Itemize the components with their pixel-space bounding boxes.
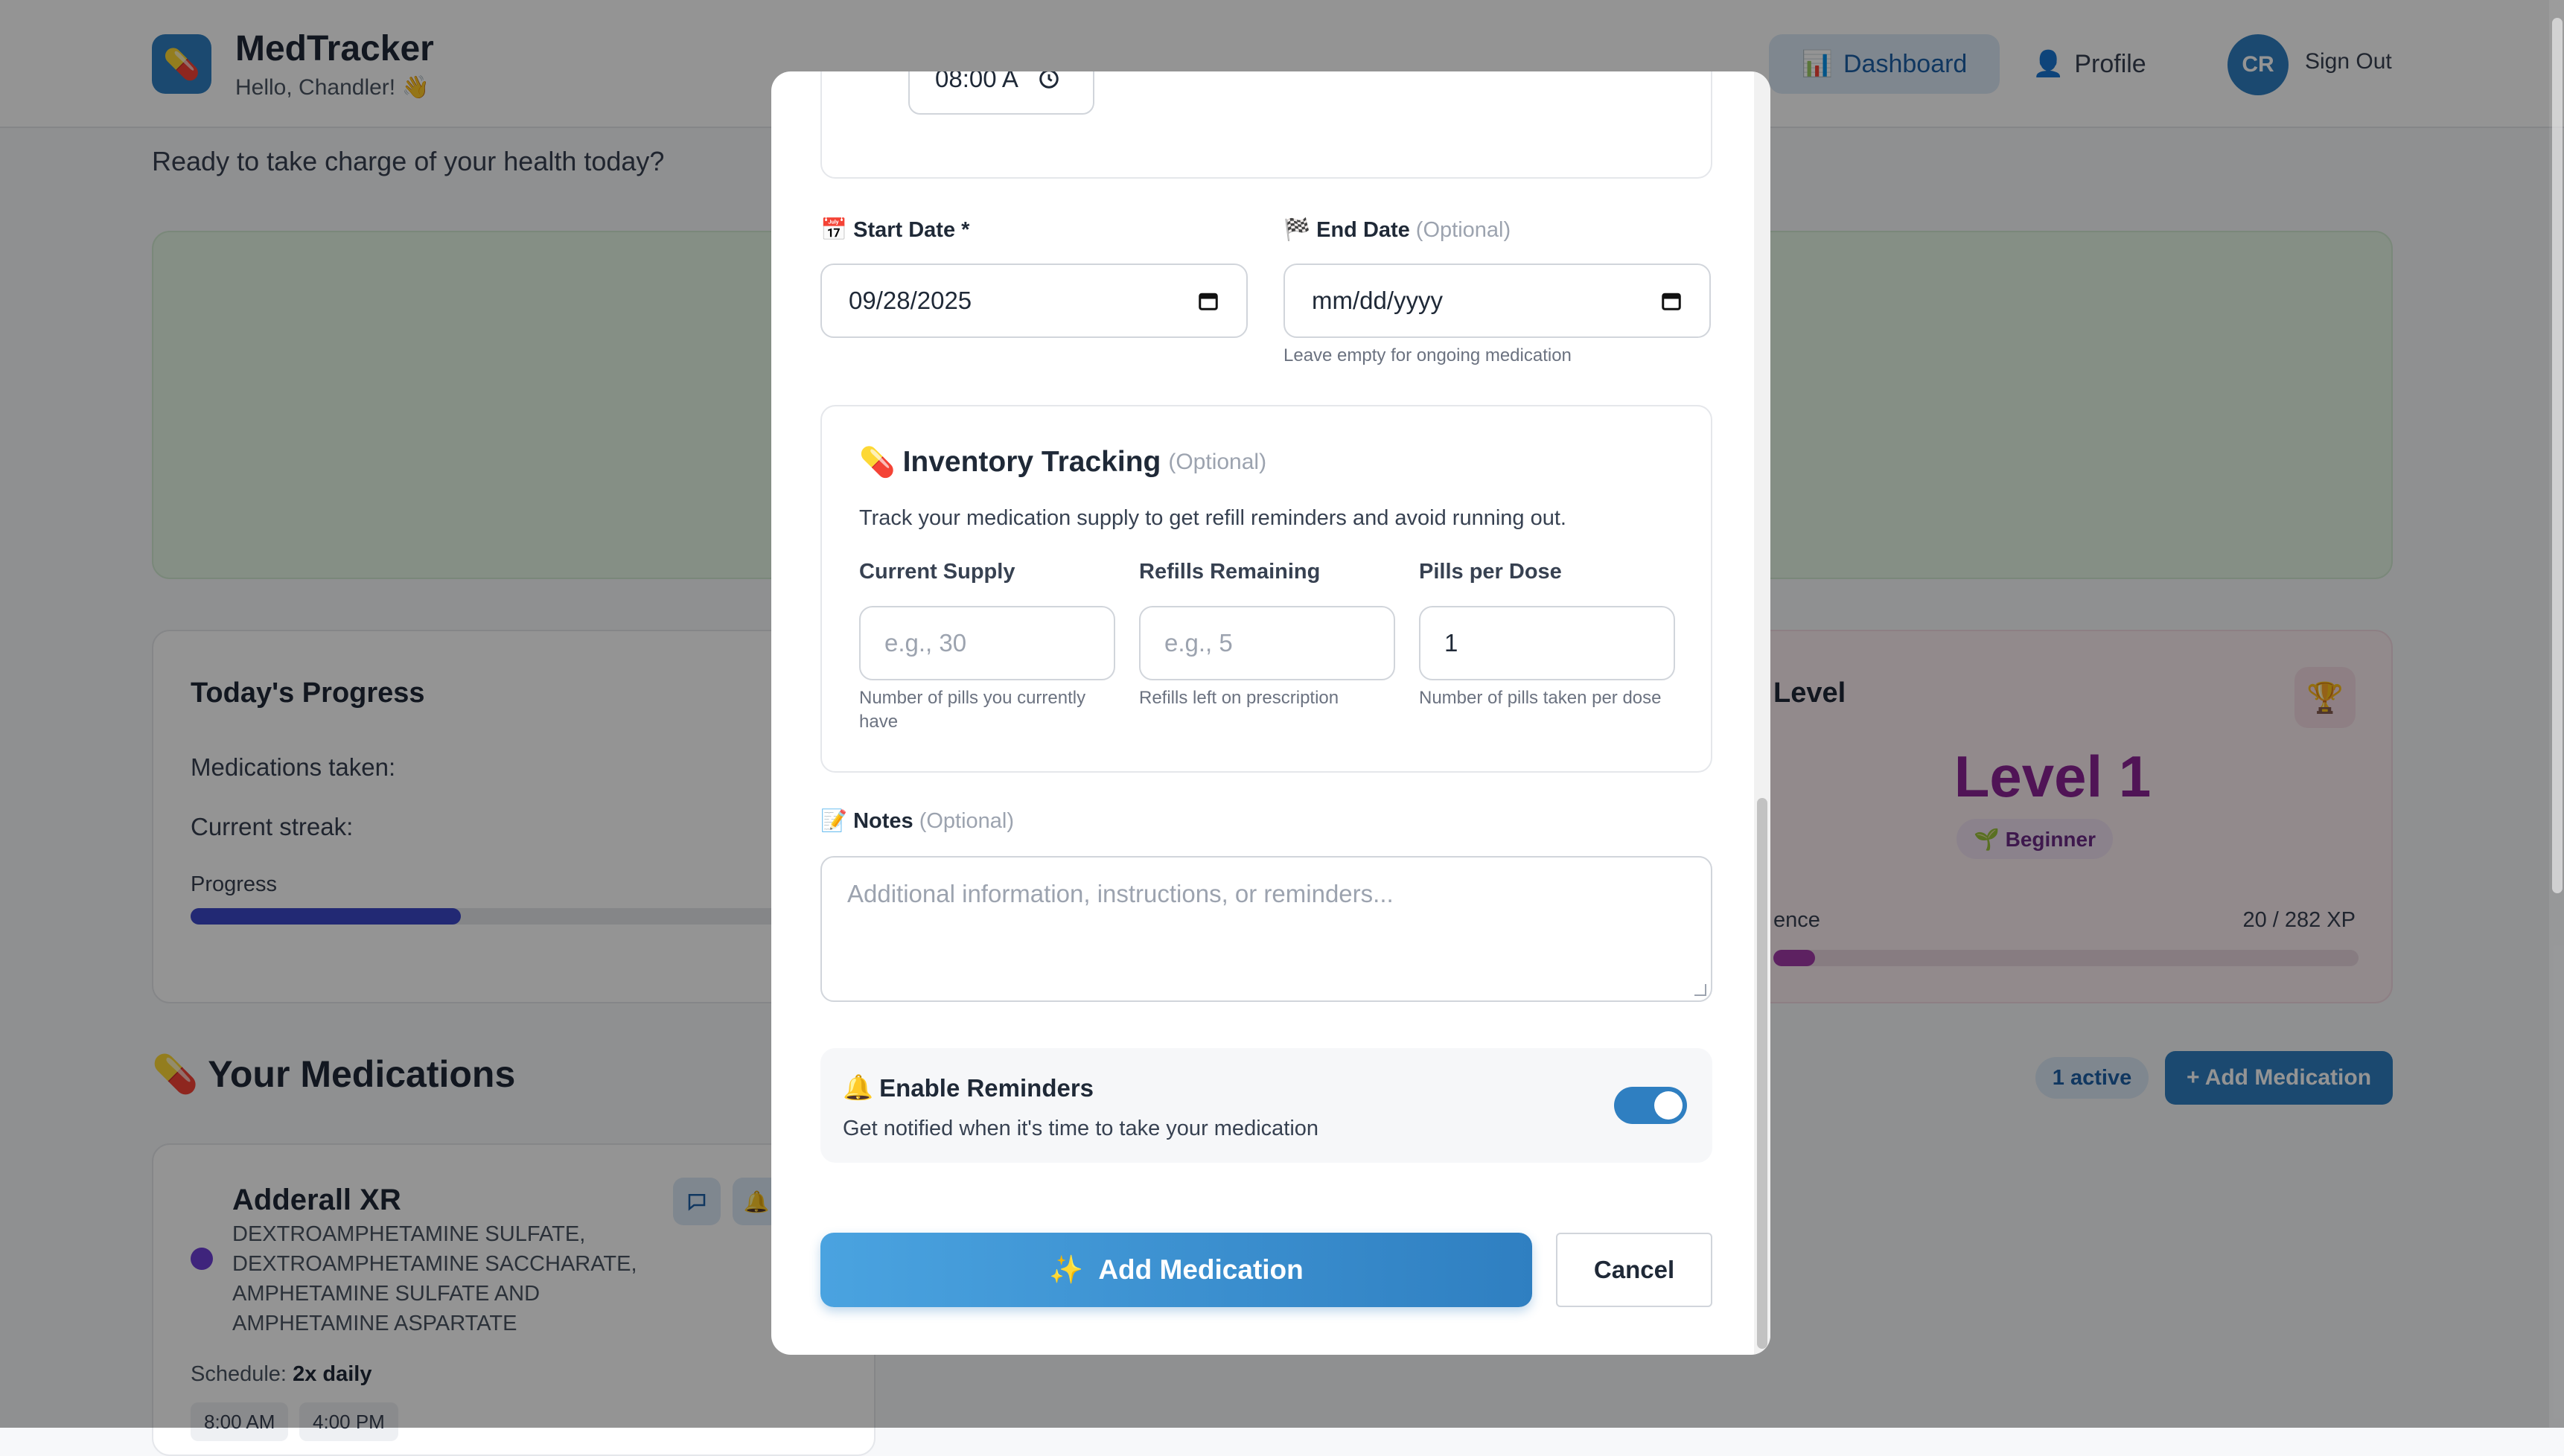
notes-textarea[interactable]: Additional information, instructions, or… (820, 856, 1712, 1002)
notes-optional: (Optional) (919, 808, 1015, 833)
notes-placeholder: Additional information, instructions, or… (847, 880, 1394, 907)
reminders-subtitle: Get notified when it's time to take your… (843, 1117, 1319, 1140)
end-date-label-text: End Date (1316, 217, 1410, 242)
pills-per-dose-hint: Number of pills taken per dose (1419, 688, 1662, 708)
pill-icon: 💊 (859, 447, 896, 479)
end-date-placeholder: mm/dd/yyyy (1312, 287, 1444, 314)
pills-per-dose-value: 1 (1444, 629, 1458, 657)
add-medication-modal: 08:00 A 📅 Start Date * 09/28/2025 🏁 End … (771, 71, 1770, 1355)
dose-time-input[interactable]: 08:00 A (908, 71, 1094, 115)
inventory-title-text: Inventory Tracking (902, 446, 1161, 478)
current-supply-hint: Number of pills you currently have (859, 688, 1086, 732)
calendar-picker-icon[interactable] (1660, 290, 1683, 312)
reminders-section: 🔔 Enable Reminders Get notified when it'… (820, 1048, 1712, 1163)
inventory-optional: (Optional) (1168, 450, 1267, 474)
sparkles-icon: ✨ (1049, 1254, 1084, 1285)
inventory-description: Track your medication supply to get refi… (859, 506, 1566, 530)
current-supply-label: Current Supply (859, 560, 1015, 584)
pills-per-dose-label: Pills per Dose (1419, 560, 1562, 584)
resize-handle-icon[interactable] (1694, 984, 1706, 996)
end-date-hint: Leave empty for ongoing medication (1283, 345, 1572, 365)
refills-remaining-input[interactable]: e.g., 5 (1139, 606, 1395, 680)
toggle-knob (1654, 1091, 1683, 1120)
dose-time-value: 08:00 A (935, 71, 1018, 92)
calendar-picker-icon[interactable] (1197, 290, 1219, 312)
current-supply-input[interactable]: e.g., 30 (859, 606, 1115, 680)
start-date-input[interactable]: 09/28/2025 (820, 264, 1248, 338)
submit-label: Add Medication (1098, 1254, 1304, 1285)
memo-icon: 📝 (820, 809, 848, 833)
reminders-title: 🔔 Enable Reminders (843, 1073, 1094, 1102)
refills-remaining-placeholder: e.g., 5 (1164, 629, 1233, 657)
end-date-input[interactable]: mm/dd/yyyy (1283, 264, 1711, 338)
modal-scrollbar-thumb[interactable] (1757, 798, 1767, 1349)
bell-icon: 🔔 (843, 1073, 874, 1101)
notes-label-text: Notes (853, 808, 913, 833)
end-date-optional: (Optional) (1415, 217, 1511, 242)
reminders-title-text: Enable Reminders (879, 1073, 1094, 1102)
end-date-label: 🏁 End Date (Optional) (1283, 217, 1511, 243)
start-date-label: 📅 Start Date * (820, 217, 969, 243)
reminders-toggle[interactable] (1614, 1087, 1687, 1124)
add-medication-submit-button[interactable]: ✨ Add Medication (820, 1233, 1532, 1307)
calendar-icon: 📅 (820, 218, 848, 242)
start-date-label-text: Start Date * (853, 217, 970, 242)
refills-remaining-label: Refills Remaining (1139, 560, 1321, 584)
notes-label: 📝 Notes (Optional) (820, 808, 1014, 834)
current-supply-placeholder: e.g., 30 (884, 629, 967, 657)
dose-times-section: 08:00 A (820, 71, 1712, 179)
inventory-title: 💊 Inventory Tracking (Optional) (859, 445, 1266, 479)
refills-remaining-hint: Refills left on prescription (1139, 688, 1339, 708)
cancel-button[interactable]: Cancel (1556, 1233, 1712, 1307)
start-date-value: 09/28/2025 (849, 287, 972, 314)
clock-icon[interactable] (1038, 71, 1060, 90)
page-scrollbar-thumb[interactable] (2552, 18, 2563, 893)
flag-icon: 🏁 (1283, 218, 1311, 242)
pills-per-dose-input[interactable]: 1 (1419, 606, 1675, 680)
inventory-tracking-section: 💊 Inventory Tracking (Optional) Track yo… (820, 405, 1712, 773)
